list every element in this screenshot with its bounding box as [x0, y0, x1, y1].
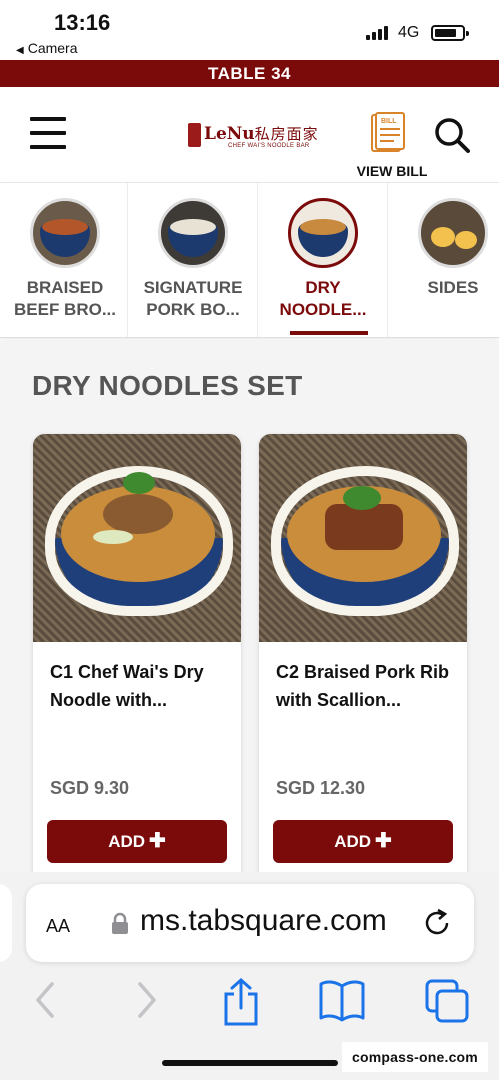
table-number-banner: TABLE 34 — [0, 60, 499, 87]
product-photo — [33, 434, 241, 642]
hamburger-icon[interactable] — [30, 115, 66, 151]
url-text: ms.tabsquare.com — [140, 904, 387, 937]
category-label: SIGNATURE PORK BO... — [143, 278, 243, 319]
add-button-label: ADD — [334, 832, 372, 851]
back-to-app-link[interactable]: ◀ Camera — [16, 40, 78, 56]
product-title: C1 Chef Wai's Dry Noodle with... — [50, 662, 204, 710]
reload-icon[interactable] — [420, 906, 454, 940]
add-to-cart-button[interactable]: ADD ✚ — [273, 820, 453, 863]
receipt-icon: BILL — [371, 112, 405, 152]
active-tab-indicator — [290, 331, 368, 335]
watermark-text: compass-one.com — [342, 1042, 488, 1072]
view-bill-button[interactable]: BILL VIEW BILL — [352, 111, 432, 179]
aa-label: AA — [46, 916, 71, 936]
category-tab-dry-noodles[interactable]: DRY NOODLE... — [257, 183, 387, 337]
add-button-label: ADD — [108, 832, 146, 851]
svg-text:BILL: BILL — [381, 118, 397, 125]
category-label: SIDES — [427, 278, 479, 297]
category-tabs: BRAISED BEEF BRO... SIGNATURE PORK BO...… — [0, 182, 499, 338]
back-triangle-icon: ◀ — [16, 45, 24, 56]
view-bill-label: VIEW BILL — [356, 163, 428, 179]
back-app-label: Camera — [27, 40, 78, 56]
category-thumbnail — [288, 198, 358, 268]
address-bar[interactable]: AA ms.tabsquare.com — [26, 884, 474, 962]
app-header: LeNu私房面家 CHEF WAI'S NOODLE BAR BILL VIEW… — [0, 87, 499, 182]
category-label: BRAISED BEEF BRO... — [13, 278, 116, 319]
category-thumbnail — [418, 198, 488, 268]
category-label: DRY NOODLE... — [279, 278, 367, 319]
logo-badge — [188, 123, 201, 147]
logo-chinese-text: 私房面家 — [254, 125, 319, 143]
product-title: C2 Braised Pork Rib with Scallion... — [276, 662, 450, 710]
lock-icon — [112, 912, 128, 934]
add-to-cart-button[interactable]: ADD ✚ — [47, 820, 227, 863]
product-card[interactable]: C2 Braised Pork Rib with Scallion... SGD… — [259, 434, 467, 884]
category-thumbnail — [158, 198, 228, 268]
back-icon[interactable] — [30, 978, 60, 1022]
reader-options-button[interactable]: AA — [46, 908, 70, 939]
signal-icon — [366, 26, 390, 40]
section-title: DRY NOODLES SET — [32, 370, 303, 401]
forward-icon[interactable] — [132, 978, 162, 1022]
share-icon[interactable] — [220, 978, 262, 1026]
plus-icon: ✚ — [149, 830, 166, 852]
network-type: 4G — [398, 24, 420, 41]
previous-tab-peek[interactable] — [0, 884, 12, 962]
restaurant-logo: LeNu私房面家 CHEF WAI'S NOODLE BAR — [188, 121, 318, 151]
category-tab-braised-beef[interactable]: BRAISED BEEF BRO... — [0, 183, 130, 337]
status-time: 13:16 — [54, 10, 111, 35]
category-tab-sides[interactable]: SIDES — [387, 183, 499, 337]
plus-icon: ✚ — [375, 830, 392, 852]
product-price: SGD 9.30 — [50, 778, 130, 798]
menu-content: DRY NOODLES SET C1 Chef Wai's Dry Noodle… — [0, 340, 499, 884]
product-price: SGD 12.30 — [276, 778, 366, 798]
logo-brand-text: LeNu — [204, 124, 255, 144]
search-icon[interactable] — [432, 115, 472, 155]
category-thumbnail — [30, 198, 100, 268]
tabs-icon[interactable] — [424, 978, 470, 1024]
status-bar: 13:16 ◀ Camera 4G — [0, 0, 499, 60]
battery-icon — [431, 25, 469, 41]
category-tab-signature-pork[interactable]: SIGNATURE PORK BO... — [127, 183, 257, 337]
product-photo — [259, 434, 467, 642]
product-card[interactable]: C1 Chef Wai's Dry Noodle with... SGD 9.3… — [33, 434, 241, 884]
bookmarks-icon[interactable] — [318, 978, 366, 1022]
home-indicator — [162, 1060, 338, 1066]
logo-subtitle: CHEF WAI'S NOODLE BAR — [228, 143, 310, 149]
